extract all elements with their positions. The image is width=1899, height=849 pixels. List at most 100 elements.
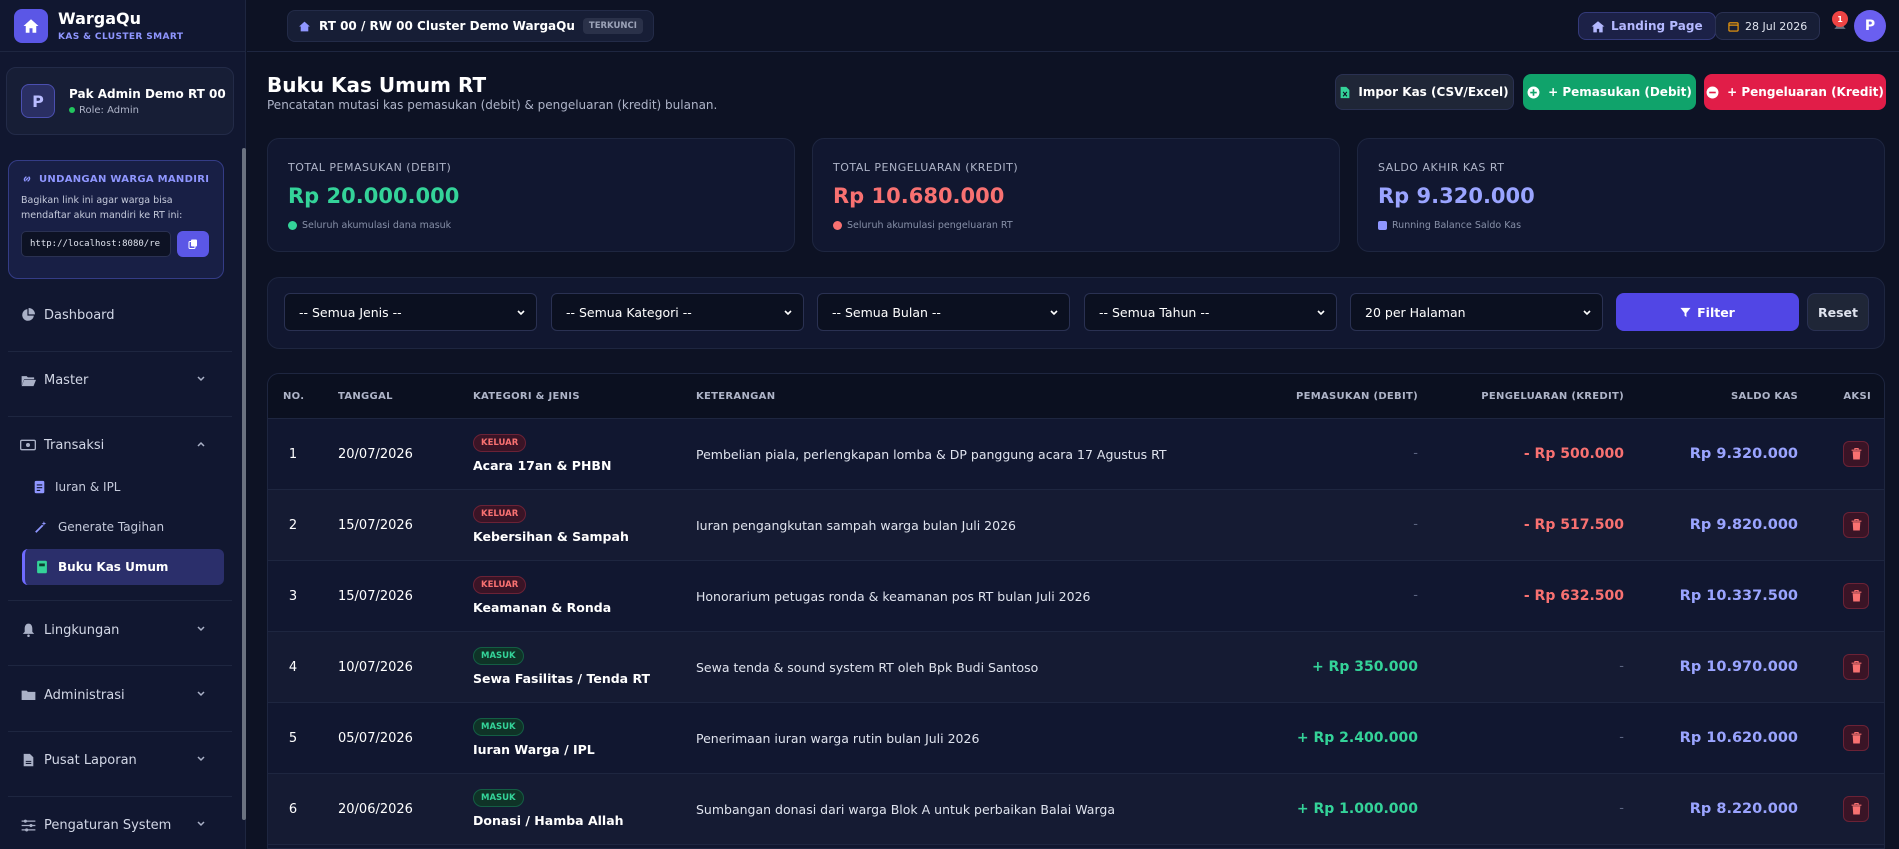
- sidebar-item-dashboard[interactable]: Dashboard: [0, 295, 240, 335]
- add-income-button[interactable]: + Pemasukan (Debit): [1523, 74, 1696, 110]
- sidebar-item-label: Transaksi: [44, 437, 105, 453]
- delete-button[interactable]: [1843, 583, 1869, 609]
- sidebar-item-label: Buku Kas Umum: [58, 560, 169, 574]
- sidebar-item-laporan[interactable]: Pusat Laporan: [0, 740, 240, 780]
- book-icon: [36, 560, 48, 574]
- brand-name: WargaQu: [58, 8, 142, 28]
- chevron-down-icon: [197, 756, 205, 762]
- stat-card-expense: TOTAL PENGELUARAN (KREDIT) Rp 10.680.000…: [812, 138, 1340, 252]
- home-icon: [1591, 20, 1605, 32]
- avatar[interactable]: P: [1854, 10, 1886, 42]
- stat-value: Rp 9.320.000: [1378, 184, 1535, 208]
- sidebar-item-label: Master: [44, 372, 89, 388]
- divider: [8, 665, 232, 666]
- page-subtitle: Pencatatan mutasi kas pemasukan (debit) …: [267, 98, 718, 112]
- filter-bulan-select[interactable]: -- Semua Bulan --: [817, 293, 1070, 331]
- delete-button[interactable]: [1843, 725, 1869, 751]
- import-button[interactable]: Impor Kas (CSV/Excel): [1335, 74, 1514, 110]
- delete-button[interactable]: [1843, 654, 1869, 680]
- landing-page-button[interactable]: Landing Page: [1578, 12, 1716, 40]
- sidebar-item-label: Lingkungan: [44, 622, 120, 638]
- online-dot-icon: [69, 107, 75, 113]
- divider: [8, 600, 232, 601]
- sidebar-item-master[interactable]: Master: [0, 360, 240, 400]
- chevron-down-icon: [197, 821, 205, 827]
- chevron-up-icon: [197, 441, 205, 447]
- funnel-icon: [1680, 307, 1691, 317]
- copy-link-button[interactable]: [177, 231, 209, 257]
- home-icon: [14, 8, 48, 43]
- delete-button[interactable]: [1843, 441, 1869, 467]
- user-name: Pak Admin Demo RT 00: [69, 86, 226, 101]
- per-page-select[interactable]: 20 per Halaman: [1350, 293, 1603, 331]
- stat-card-income: TOTAL PEMASUKAN (DEBIT) Rp 20.000.000 Se…: [267, 138, 795, 252]
- stat-card-balance: SALDO AKHIR KAS RT Rp 9.320.000 Running …: [1357, 138, 1885, 252]
- pie-chart-icon: [20, 308, 36, 322]
- filter-jenis-select[interactable]: -- Semua Jenis --: [284, 293, 537, 331]
- brand-subtitle: KAS & CLUSTER SMART: [58, 31, 184, 42]
- add-expense-button[interactable]: + Pengeluaran (Kredit): [1704, 74, 1886, 110]
- stat-value: Rp 10.680.000: [833, 184, 1005, 208]
- bell-icon: [20, 623, 36, 637]
- user-card[interactable]: P Pak Admin Demo RT 00 Role: Admin: [6, 67, 234, 135]
- plus-circle-icon: [1527, 86, 1540, 98]
- sidebar: WargaQu KAS & CLUSTER SMART P Pak Admin …: [0, 0, 246, 849]
- filter-tahun-select[interactable]: -- Semua Tahun --: [1084, 293, 1337, 331]
- divider: [8, 416, 232, 417]
- sidebar-item-lingkungan[interactable]: Lingkungan: [0, 610, 240, 650]
- table-row: 2 15/07/2026 KELUAR Kebersihan & Sampah …: [268, 490, 1884, 561]
- chevron-down-icon: [197, 626, 205, 632]
- type-badge: KELUAR: [473, 505, 527, 523]
- sidebar-subitem-buku-kas[interactable]: Buku Kas Umum: [22, 549, 224, 585]
- sidebar-item-administrasi[interactable]: Administrasi: [0, 675, 240, 715]
- sidebar-item-label: Iuran & IPL: [55, 480, 121, 494]
- sidebar-item-pengaturan[interactable]: Pengaturan System: [0, 805, 240, 845]
- link-icon: [23, 176, 31, 182]
- table-row: 3 15/07/2026 KELUAR Keamanan & Ronda Hon…: [268, 561, 1884, 632]
- sidebar-item-label: Dashboard: [44, 307, 115, 323]
- invite-card: UNDANGAN WARGA MANDIRI Bagikan link ini …: [8, 160, 224, 279]
- invite-title: UNDANGAN WARGA MANDIRI: [39, 173, 210, 185]
- trash-icon: [1851, 448, 1861, 460]
- sidebar-item-label: Administrasi: [44, 687, 125, 703]
- invite-link-field[interactable]: http://localhost:8080/re: [21, 231, 171, 257]
- copy-icon: [188, 239, 197, 249]
- table-row: 1 20/07/2026 KELUAR Acara 17an & PHBN Pe…: [268, 419, 1884, 490]
- filter-bar: -- Semua Jenis -- -- Semua Kategori -- -…: [267, 277, 1885, 349]
- filter-kategori-select[interactable]: -- Semua Kategori --: [551, 293, 804, 331]
- money-icon: [20, 439, 36, 451]
- document-icon: [34, 480, 45, 494]
- calendar-icon: [1728, 21, 1739, 32]
- notification-count-badge: 1: [1832, 11, 1848, 27]
- delete-button[interactable]: [1843, 512, 1869, 538]
- wallet-icon: [1378, 221, 1387, 230]
- magic-wand-icon: [34, 520, 48, 534]
- sidebar-subitem-iuran[interactable]: Iuran & IPL: [22, 469, 224, 505]
- user-avatar: P: [21, 84, 55, 118]
- chevron-down-icon: [1317, 310, 1325, 316]
- minus-circle-icon: [1706, 86, 1719, 98]
- invite-text: Bagikan link ini agar warga bisa mendaft…: [21, 195, 183, 221]
- sidebar-item-transaksi[interactable]: Transaksi: [0, 425, 240, 465]
- page-title: Buku Kas Umum RT: [267, 73, 487, 97]
- trash-icon: [1851, 590, 1861, 602]
- sidebar-subitem-generate[interactable]: Generate Tagihan: [22, 509, 224, 545]
- reset-button[interactable]: Reset: [1807, 293, 1869, 331]
- chevron-down-icon: [1583, 310, 1591, 316]
- type-badge: KELUAR: [473, 576, 527, 594]
- user-role: Role: Admin: [79, 104, 139, 116]
- filter-button[interactable]: Filter: [1616, 293, 1799, 331]
- report-icon: [20, 753, 36, 767]
- stat-value: Rp 20.000.000: [288, 184, 460, 208]
- topbar: RT 00 / RW 00 Cluster Demo WargaQu TERKU…: [247, 0, 1899, 52]
- chevron-down-icon: [1050, 310, 1058, 316]
- brand[interactable]: WargaQu KAS & CLUSTER SMART: [0, 0, 245, 52]
- sidebar-item-label: Pengaturan System: [44, 817, 172, 833]
- trash-icon: [1851, 661, 1861, 673]
- sidebar-scrollbar[interactable]: [242, 148, 246, 820]
- arrow-up-circle-icon: [288, 221, 297, 230]
- breadcrumb[interactable]: RT 00 / RW 00 Cluster Demo WargaQu TERKU…: [287, 10, 654, 42]
- type-badge: MASUK: [473, 718, 524, 736]
- delete-button[interactable]: [1843, 796, 1869, 822]
- chevron-down-icon: [784, 310, 792, 316]
